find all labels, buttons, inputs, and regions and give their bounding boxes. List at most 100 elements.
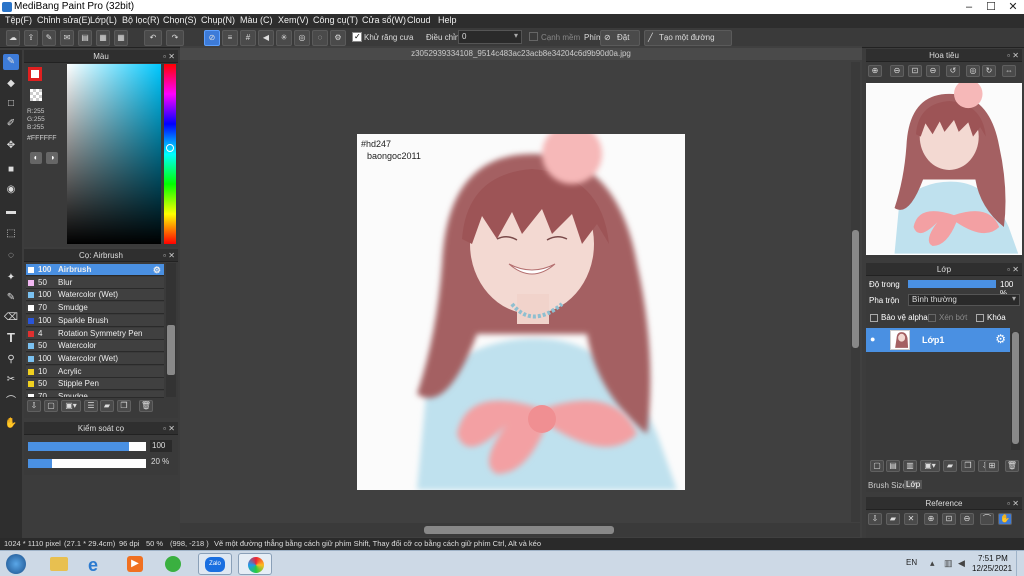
cross-snap-icon[interactable]: # — [240, 30, 256, 46]
cloud-download-icon[interactable]: ⇩ — [868, 513, 882, 525]
select-rect-icon[interactable]: ⬚ — [3, 226, 19, 242]
eyedropper-icon[interactable]: ⌒ — [980, 513, 994, 525]
volume-icon[interactable]: ◀ — [958, 558, 965, 569]
fill-rect-icon[interactable]: ■ — [3, 162, 19, 178]
panel-close-icon[interactable]: ✕ — [168, 249, 175, 262]
eyedropper-tool-icon[interactable]: ⌒ — [3, 394, 19, 410]
convert-icon[interactable]: ⊞ — [985, 460, 999, 472]
new-layer-icon[interactable]: ▢ — [870, 460, 884, 472]
add-brush-icon[interactable]: ▣▾ — [61, 400, 81, 412]
new-layer-8bit-icon[interactable]: ▤ — [886, 460, 900, 472]
no-snap-icon[interactable]: ⊘ — [204, 30, 220, 46]
reset-button[interactable]: ⊘ Đặt lại — [600, 30, 640, 56]
operation-tool-icon[interactable]: ⚲ — [3, 352, 19, 368]
brush-tool-icon[interactable]: ✎ — [3, 54, 19, 70]
menu-file[interactable]: Tệp(F) — [5, 15, 32, 25]
ie-task[interactable]: e — [80, 553, 114, 575]
rotate-left-icon[interactable]: ↺ — [946, 65, 960, 77]
menu-view[interactable]: Xem(V) — [278, 15, 309, 25]
menu-filter[interactable]: Bộ lọc(R) — [122, 15, 160, 25]
menu-select[interactable]: Chọn(S) — [163, 15, 197, 25]
lock-checkbox[interactable] — [976, 314, 984, 322]
brush-item[interactable]: 100 Airbrush ⚙ — [26, 264, 164, 276]
panel-close-icon[interactable]: ✕ — [1012, 263, 1019, 276]
menu-color[interactable]: Màu (C) — [240, 15, 273, 25]
curve-snap-icon[interactable]: ◌ — [312, 30, 328, 46]
brush-scrollbar[interactable] — [166, 263, 176, 397]
grid-icon[interactable]: ▦ — [96, 30, 110, 46]
cloud-download-icon[interactable]: ⇩ — [27, 400, 41, 412]
brush-settings-icon[interactable]: ⚙ — [153, 264, 161, 276]
menu-layer[interactable]: Lớp(L) — [90, 15, 117, 25]
float-icon[interactable]: ▫ — [163, 50, 166, 63]
clip-checkbox[interactable] — [928, 314, 936, 322]
menu-help[interactable]: Help — [438, 15, 457, 25]
medibang-task[interactable] — [238, 553, 272, 575]
scroll-thumb[interactable] — [167, 325, 175, 375]
comment-icon[interactable]: ✎ — [42, 30, 56, 46]
start-button[interactable] — [2, 553, 32, 575]
folder-icon[interactable]: ▰ — [943, 460, 957, 472]
horizontal-scrollbar[interactable] — [180, 523, 860, 537]
eye-icon[interactable]: ● — [870, 334, 875, 344]
duplicate-icon[interactable]: ❐ — [961, 460, 975, 472]
zoom-in-icon[interactable]: ⊕ — [868, 65, 882, 77]
network-icon[interactable]: ▥ — [944, 558, 953, 569]
transparent-color[interactable] — [30, 89, 42, 101]
circle-snap-icon[interactable]: ◎ — [294, 30, 310, 46]
close-icon[interactable]: ✕ — [904, 513, 918, 525]
tab-brush-size[interactable]: Brush Size — [868, 481, 907, 490]
brush-item[interactable]: 4 Rotation Symmetry Pen — [26, 327, 164, 340]
maximize-button[interactable]: ☐ — [980, 0, 1002, 14]
menu-capture[interactable]: Chụp(N) — [201, 15, 235, 25]
hue-bar[interactable] — [164, 64, 176, 244]
float-icon[interactable]: ▫ — [1007, 263, 1010, 276]
horizontal-scroll-thumb[interactable] — [424, 526, 614, 534]
gradient-tool-icon[interactable]: ▬ — [3, 204, 19, 220]
panel-close-icon[interactable]: ✕ — [168, 422, 175, 435]
zalo-task[interactable]: Zalo — [198, 553, 232, 575]
layer-settings-icon[interactable]: ⚙ — [995, 332, 1006, 346]
show-desktop-button[interactable] — [1016, 551, 1024, 576]
brush-item[interactable]: 70 Smudge — [26, 391, 164, 398]
dot-tool-icon[interactable]: □ — [3, 96, 19, 112]
open-folder-icon[interactable]: ▰ — [886, 513, 900, 525]
bucket-tool-icon[interactable]: ◉ — [3, 182, 19, 198]
layer-scroll-thumb[interactable] — [1012, 332, 1019, 444]
vertical-scrollbar[interactable] — [851, 62, 860, 522]
hue-handle[interactable] — [166, 144, 174, 152]
explorer-task[interactable] — [42, 553, 76, 575]
parallel-snap-icon[interactable]: ≡ — [222, 30, 238, 46]
text-tool-icon[interactable]: T — [3, 330, 19, 346]
clock-time[interactable]: 7:51 PM — [978, 554, 1008, 563]
redo-button[interactable]: ↷ — [166, 30, 184, 46]
clock-date[interactable]: 12/25/2021 — [972, 564, 1012, 573]
menu-cloud[interactable]: Cloud — [407, 15, 431, 25]
blend-dropdown[interactable]: Bình thường ▾ — [908, 294, 1020, 306]
float-icon[interactable]: ▫ — [163, 249, 166, 262]
minimize-button[interactable]: – — [958, 0, 980, 14]
hand-tool-icon[interactable]: ✋ — [3, 416, 19, 432]
tray-arrow-icon[interactable]: ▴ — [930, 558, 935, 569]
brush-item[interactable]: 100 Sparkle Brush — [26, 314, 164, 327]
folder-icon[interactable]: ▰ — [100, 400, 114, 412]
lasso-tool-icon[interactable]: ◌ — [3, 248, 19, 264]
tab-layer[interactable]: Lớp — [904, 480, 923, 489]
brush-item[interactable]: 10 Acrylic — [26, 365, 164, 378]
protect-alpha-checkbox[interactable] — [870, 314, 878, 322]
flip-icon[interactable]: ⇔ — [1002, 65, 1016, 77]
foreground-color[interactable] — [28, 67, 42, 81]
brush-item[interactable]: 50 Watercolor — [26, 340, 164, 353]
drawing-canvas[interactable]: #hd247 baongoc2011 — [357, 134, 685, 490]
rotate-reset-icon[interactable]: ◎ — [966, 65, 980, 77]
tile-icon[interactable]: ▦ — [114, 30, 128, 46]
rotate-right-icon[interactable]: ↻ — [982, 65, 996, 77]
float-icon[interactable]: ▫ — [163, 422, 166, 435]
layer-scrollbar[interactable] — [1011, 332, 1020, 450]
size-value[interactable]: 100 — [150, 440, 172, 452]
antialias-checkbox[interactable]: ✓ — [352, 32, 362, 42]
color-history-icon[interactable]: ◑ — [46, 152, 58, 164]
layer-opacity-slider[interactable] — [908, 280, 996, 288]
zoom-in-icon[interactable]: ⊕ — [924, 513, 938, 525]
brush-item[interactable]: 70 Smudge — [26, 302, 164, 315]
